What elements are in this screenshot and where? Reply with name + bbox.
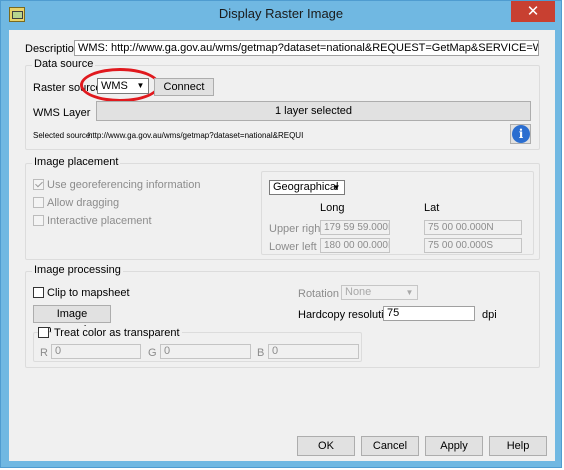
window-title: Display Raster Image: [218, 6, 344, 21]
chevron-down-icon: ▼: [332, 183, 341, 192]
b-label: B: [257, 347, 265, 359]
image-processing-button[interactable]: Image processing: [33, 305, 111, 336]
hardcopy-resolution-field[interactable]: 75: [383, 306, 475, 321]
dpi-label: dpi: [482, 309, 497, 321]
description-label: Description: [25, 43, 81, 55]
layer-select-button[interactable]: 1 layer selected: [96, 101, 531, 121]
chevron-down-icon: ▼: [405, 288, 414, 297]
dialog-window: Display Raster Image ✕ Description WMS: …: [0, 0, 562, 468]
connect-button[interactable]: Connect: [154, 78, 214, 96]
coord-system-select[interactable]: Geographical ▼: [269, 180, 345, 195]
hardcopy-resolution-label: Hardcopy resolution: [298, 309, 396, 321]
rotation-label: Rotation: [298, 288, 339, 300]
rotation-value: None: [345, 286, 372, 298]
treat-transparent-checkbox[interactable]: [38, 327, 49, 338]
image-placement-title: Image placement: [32, 156, 121, 168]
help-button[interactable]: Help: [489, 436, 547, 456]
lower-left-label: Lower left: [269, 241, 317, 253]
upper-right-lat-field[interactable]: 75 00 00.000N: [424, 220, 522, 235]
upper-right-long-field[interactable]: 179 59 59.000E: [320, 220, 390, 235]
title-bar[interactable]: Display Raster Image ✕: [1, 1, 561, 28]
allow-dragging-label: Allow dragging: [47, 197, 120, 209]
description-field[interactable]: WMS: http://www.ga.gov.au/wms/getmap?dat…: [74, 40, 539, 56]
data-source-title: Data source: [32, 58, 96, 70]
wms-layer-label: WMS Layer: [33, 107, 91, 119]
b-field[interactable]: 0: [268, 344, 359, 359]
g-field[interactable]: 0: [160, 344, 251, 359]
info-button[interactable]: i: [510, 124, 531, 144]
highlight-ellipse: [80, 68, 160, 102]
allow-dragging-checkbox[interactable]: [33, 197, 44, 208]
info-icon: i: [512, 125, 530, 143]
g-label: G: [148, 347, 157, 359]
treat-transparent-label: Treat color as transparent: [52, 327, 182, 339]
dialog-body: Description WMS: http://www.ga.gov.au/wm…: [9, 30, 555, 461]
lower-left-lat-field[interactable]: 75 00 00.000S: [424, 238, 522, 253]
ok-button[interactable]: OK: [297, 436, 355, 456]
cancel-button[interactable]: Cancel: [361, 436, 419, 456]
long-header: Long: [320, 202, 345, 214]
image-processing-title: Image processing: [32, 264, 123, 276]
selected-source-value: http://www.ga.gov.au/wms/getmap?dataset=…: [88, 131, 304, 140]
interactive-placement-checkbox[interactable]: [33, 215, 44, 226]
selected-source-label: Selected source:: [33, 131, 93, 140]
r-field[interactable]: 0: [51, 344, 141, 359]
r-label: R: [40, 347, 48, 359]
apply-button[interactable]: Apply: [425, 436, 483, 456]
coord-system-value: Geographical: [273, 181, 339, 193]
rotation-select[interactable]: None ▼: [341, 285, 418, 300]
clip-to-mapsheet-label: Clip to mapsheet: [47, 287, 130, 299]
interactive-placement-label: Interactive placement: [47, 215, 152, 227]
lower-left-long-field[interactable]: 180 00 00.000E: [320, 238, 390, 253]
clip-to-mapsheet-checkbox[interactable]: [33, 287, 44, 298]
use-georef-label: Use georeferencing information: [47, 179, 201, 191]
close-icon[interactable]: ✕: [511, 1, 555, 22]
upper-right-label: Upper right: [269, 223, 324, 235]
use-georef-checkbox[interactable]: [33, 179, 44, 190]
lat-header: Lat: [424, 202, 440, 214]
